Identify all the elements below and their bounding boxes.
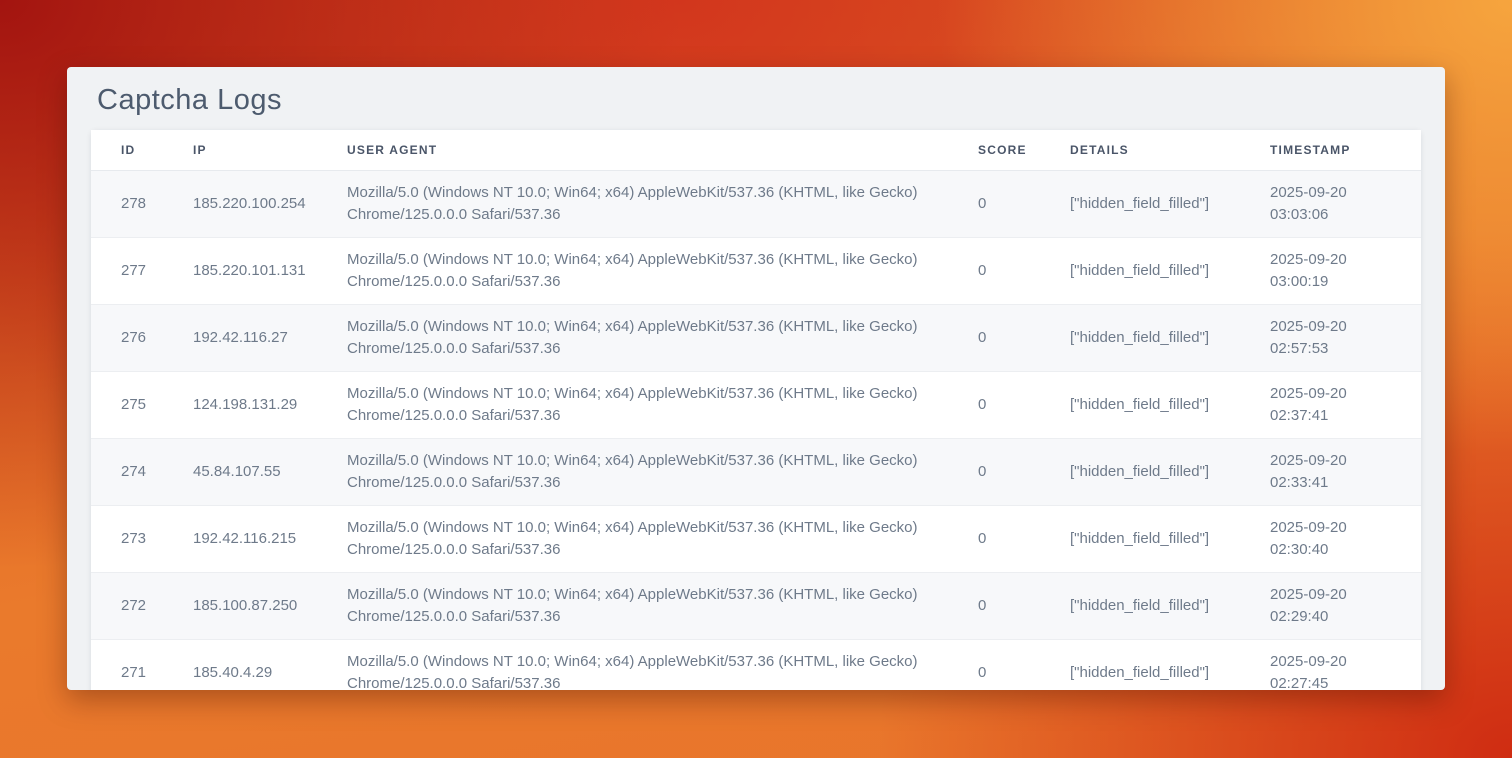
- column-header-user-agent: USER AGENT: [347, 130, 978, 170]
- cell-score: 0: [978, 237, 1070, 304]
- cell-ip: 192.42.116.27: [193, 304, 347, 371]
- cell-id: 277: [91, 237, 193, 304]
- cell-ip: 45.84.107.55: [193, 438, 347, 505]
- table-row: 277 185.220.101.131 Mozilla/5.0 (Windows…: [91, 237, 1421, 304]
- table-header-row: ID IP USER AGENT SCORE DETAILS TIMESTAMP: [91, 130, 1421, 170]
- table-row: 278 185.220.100.254 Mozilla/5.0 (Windows…: [91, 170, 1421, 237]
- cell-ip: 192.42.116.215: [193, 505, 347, 572]
- cell-score: 0: [978, 371, 1070, 438]
- logs-table: ID IP USER AGENT SCORE DETAILS TIMESTAMP…: [91, 130, 1421, 690]
- cell-user-agent: Mozilla/5.0 (Windows NT 10.0; Win64; x64…: [347, 170, 978, 237]
- cell-details: ["hidden_field_filled"]: [1070, 170, 1270, 237]
- cell-ip: 185.40.4.29: [193, 639, 347, 690]
- cell-user-agent: Mozilla/5.0 (Windows NT 10.0; Win64; x64…: [347, 572, 978, 639]
- log-table-body: 278 185.220.100.254 Mozilla/5.0 (Windows…: [91, 170, 1421, 690]
- cell-ip: 124.198.131.29: [193, 371, 347, 438]
- cell-user-agent: Mozilla/5.0 (Windows NT 10.0; Win64; x64…: [347, 438, 978, 505]
- cell-score: 0: [978, 438, 1070, 505]
- table-row: 276 192.42.116.27 Mozilla/5.0 (Windows N…: [91, 304, 1421, 371]
- table-row: 273 192.42.116.215 Mozilla/5.0 (Windows …: [91, 505, 1421, 572]
- cell-ip: 185.220.100.254: [193, 170, 347, 237]
- cell-id: 275: [91, 371, 193, 438]
- cell-score: 0: [978, 505, 1070, 572]
- table-row: 275 124.198.131.29 Mozilla/5.0 (Windows …: [91, 371, 1421, 438]
- cell-id: 276: [91, 304, 193, 371]
- cell-user-agent: Mozilla/5.0 (Windows NT 10.0; Win64; x64…: [347, 237, 978, 304]
- captcha-logs-card: Captcha Logs ID IP USER AGENT SCORE DETA…: [67, 67, 1445, 690]
- cell-ip: 185.100.87.250: [193, 572, 347, 639]
- table-row: 274 45.84.107.55 Mozilla/5.0 (Windows NT…: [91, 438, 1421, 505]
- page-title: Captcha Logs: [91, 83, 1421, 117]
- cell-score: 0: [978, 170, 1070, 237]
- cell-timestamp: 2025-09-20 02:29:40: [1270, 572, 1421, 639]
- cell-id: 274: [91, 438, 193, 505]
- cell-id: 272: [91, 572, 193, 639]
- cell-details: ["hidden_field_filled"]: [1070, 572, 1270, 639]
- table-row: 272 185.100.87.250 Mozilla/5.0 (Windows …: [91, 572, 1421, 639]
- cell-timestamp: 2025-09-20 02:57:53: [1270, 304, 1421, 371]
- cell-timestamp: 2025-09-20 03:00:19: [1270, 237, 1421, 304]
- column-header-id: ID: [91, 130, 193, 170]
- cell-user-agent: Mozilla/5.0 (Windows NT 10.0; Win64; x64…: [347, 639, 978, 690]
- cell-id: 271: [91, 639, 193, 690]
- cell-id: 278: [91, 170, 193, 237]
- cell-timestamp: 2025-09-20 02:30:40: [1270, 505, 1421, 572]
- cell-details: ["hidden_field_filled"]: [1070, 438, 1270, 505]
- cell-details: ["hidden_field_filled"]: [1070, 371, 1270, 438]
- cell-user-agent: Mozilla/5.0 (Windows NT 10.0; Win64; x64…: [347, 371, 978, 438]
- cell-timestamp: 2025-09-20 03:03:06: [1270, 170, 1421, 237]
- column-header-score: SCORE: [978, 130, 1070, 170]
- cell-details: ["hidden_field_filled"]: [1070, 505, 1270, 572]
- cell-user-agent: Mozilla/5.0 (Windows NT 10.0; Win64; x64…: [347, 304, 978, 371]
- cell-timestamp: 2025-09-20 02:27:45: [1270, 639, 1421, 690]
- cell-score: 0: [978, 639, 1070, 690]
- column-header-timestamp: TIMESTAMP: [1270, 130, 1421, 170]
- cell-id: 273: [91, 505, 193, 572]
- cell-timestamp: 2025-09-20 02:33:41: [1270, 438, 1421, 505]
- column-header-ip: IP: [193, 130, 347, 170]
- cell-details: ["hidden_field_filled"]: [1070, 639, 1270, 690]
- cell-score: 0: [978, 304, 1070, 371]
- cell-timestamp: 2025-09-20 02:37:41: [1270, 371, 1421, 438]
- table-header: ID IP USER AGENT SCORE DETAILS TIMESTAMP: [91, 130, 1421, 170]
- cell-ip: 185.220.101.131: [193, 237, 347, 304]
- cell-details: ["hidden_field_filled"]: [1070, 237, 1270, 304]
- column-header-details: DETAILS: [1070, 130, 1270, 170]
- logs-table-grid: ID IP USER AGENT SCORE DETAILS TIMESTAMP…: [91, 130, 1421, 690]
- cell-user-agent: Mozilla/5.0 (Windows NT 10.0; Win64; x64…: [347, 505, 978, 572]
- cell-details: ["hidden_field_filled"]: [1070, 304, 1270, 371]
- table-row: 271 185.40.4.29 Mozilla/5.0 (Windows NT …: [91, 639, 1421, 690]
- cell-score: 0: [978, 572, 1070, 639]
